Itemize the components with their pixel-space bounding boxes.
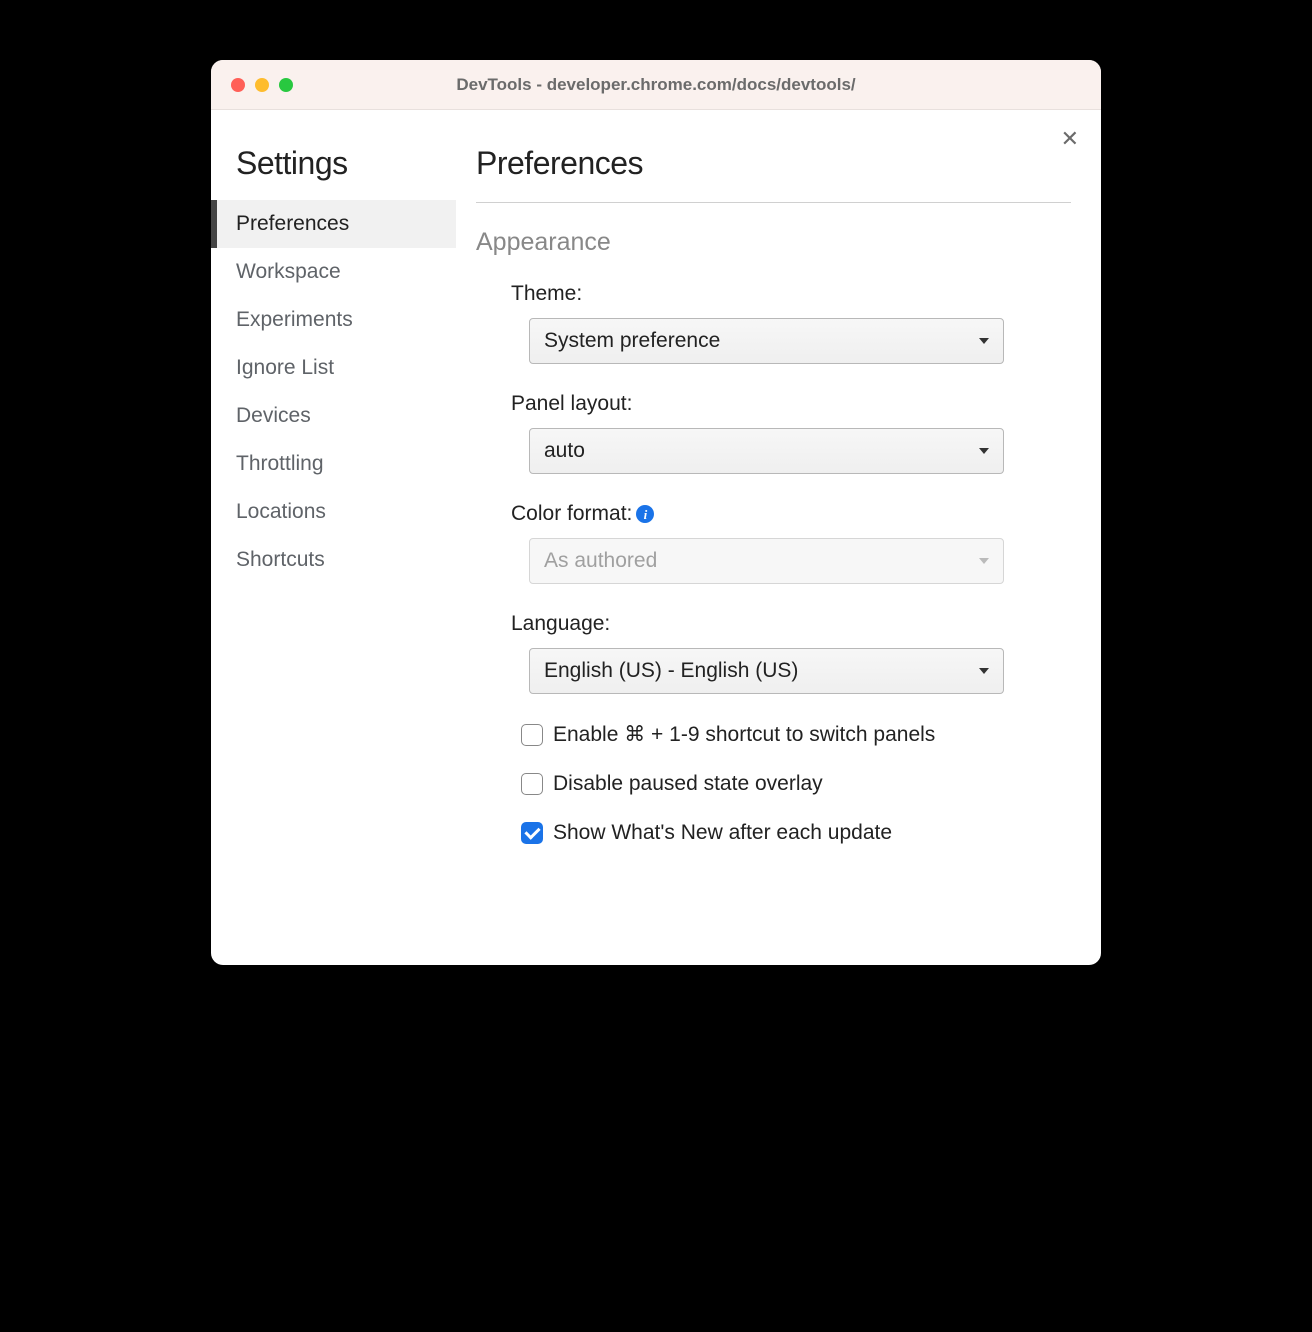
sidebar-item-label: Locations <box>236 500 326 523</box>
chevron-down-icon <box>979 448 989 454</box>
main-panel: Preferences Appearance Theme: System pre… <box>456 110 1101 965</box>
panel-layout-select-value: auto <box>544 439 585 463</box>
sidebar-title: Settings <box>211 145 456 200</box>
language-group: Language: English (US) - English (US) <box>511 612 1071 694</box>
color-format-label: Color format: i <box>511 502 1071 526</box>
sidebar-item-label: Workspace <box>236 260 341 283</box>
sidebar-item-devices[interactable]: Devices <box>211 392 456 440</box>
theme-select[interactable]: System preference <box>529 318 1004 364</box>
sidebar-item-ignore-list[interactable]: Ignore List <box>211 344 456 392</box>
minimize-window-button[interactable] <box>255 78 269 92</box>
sidebar-item-label: Ignore List <box>236 356 334 379</box>
section-title-appearance: Appearance <box>476 228 1071 257</box>
traffic-lights <box>231 78 293 92</box>
info-icon[interactable]: i <box>636 505 654 523</box>
close-window-button[interactable] <box>231 78 245 92</box>
theme-select-value: System preference <box>544 329 720 353</box>
theme-label: Theme: <box>511 282 1071 306</box>
sidebar-item-shortcuts[interactable]: Shortcuts <box>211 536 456 584</box>
panel-layout-select[interactable]: auto <box>529 428 1004 474</box>
sidebar-item-locations[interactable]: Locations <box>211 488 456 536</box>
checkbox-row-show-whats-new[interactable]: Show What's New after each update <box>521 821 1071 845</box>
checkbox-label: Disable paused state overlay <box>553 772 823 796</box>
window-title: DevTools - developer.chrome.com/docs/dev… <box>456 75 855 95</box>
sidebar-item-label: Devices <box>236 404 311 427</box>
checkbox-enable-shortcut[interactable] <box>521 724 543 746</box>
content-area: ✕ Settings Preferences Workspace Experim… <box>211 110 1101 965</box>
panel-layout-label: Panel layout: <box>511 392 1071 416</box>
checkbox-label: Show What's New after each update <box>553 821 892 845</box>
chevron-down-icon <box>979 668 989 674</box>
language-label: Language: <box>511 612 1071 636</box>
devtools-window: DevTools - developer.chrome.com/docs/dev… <box>211 60 1101 965</box>
checkbox-row-disable-paused-overlay[interactable]: Disable paused state overlay <box>521 772 1071 796</box>
sidebar-item-label: Shortcuts <box>236 548 325 571</box>
sidebar-item-label: Experiments <box>236 308 353 331</box>
sidebar-item-throttling[interactable]: Throttling <box>211 440 456 488</box>
color-format-select: As authored <box>529 538 1004 584</box>
sidebar-item-preferences[interactable]: Preferences <box>211 200 456 248</box>
chevron-down-icon <box>979 338 989 344</box>
maximize-window-button[interactable] <box>279 78 293 92</box>
checkbox-row-enable-shortcut[interactable]: Enable ⌘ + 1-9 shortcut to switch panels <box>521 722 1071 747</box>
color-format-label-text: Color format: <box>511 502 632 526</box>
sidebar-item-experiments[interactable]: Experiments <box>211 296 456 344</box>
checkbox-show-whats-new[interactable] <box>521 822 543 844</box>
page-title: Preferences <box>476 145 1071 203</box>
color-format-select-value: As authored <box>544 549 657 573</box>
window-titlebar: DevTools - developer.chrome.com/docs/dev… <box>211 60 1101 110</box>
sidebar-item-workspace[interactable]: Workspace <box>211 248 456 296</box>
sidebar-item-label: Throttling <box>236 452 324 475</box>
settings-sidebar: Settings Preferences Workspace Experimen… <box>211 110 456 965</box>
close-icon[interactable]: ✕ <box>1061 128 1079 150</box>
chevron-down-icon <box>979 558 989 564</box>
checkbox-disable-paused-overlay[interactable] <box>521 773 543 795</box>
checkbox-label: Enable ⌘ + 1-9 shortcut to switch panels <box>553 722 935 747</box>
language-select[interactable]: English (US) - English (US) <box>529 648 1004 694</box>
theme-group: Theme: System preference <box>511 282 1071 364</box>
language-select-value: English (US) - English (US) <box>544 659 798 683</box>
sidebar-item-label: Preferences <box>236 212 349 235</box>
color-format-group: Color format: i As authored <box>511 502 1071 584</box>
panel-layout-group: Panel layout: auto <box>511 392 1071 474</box>
